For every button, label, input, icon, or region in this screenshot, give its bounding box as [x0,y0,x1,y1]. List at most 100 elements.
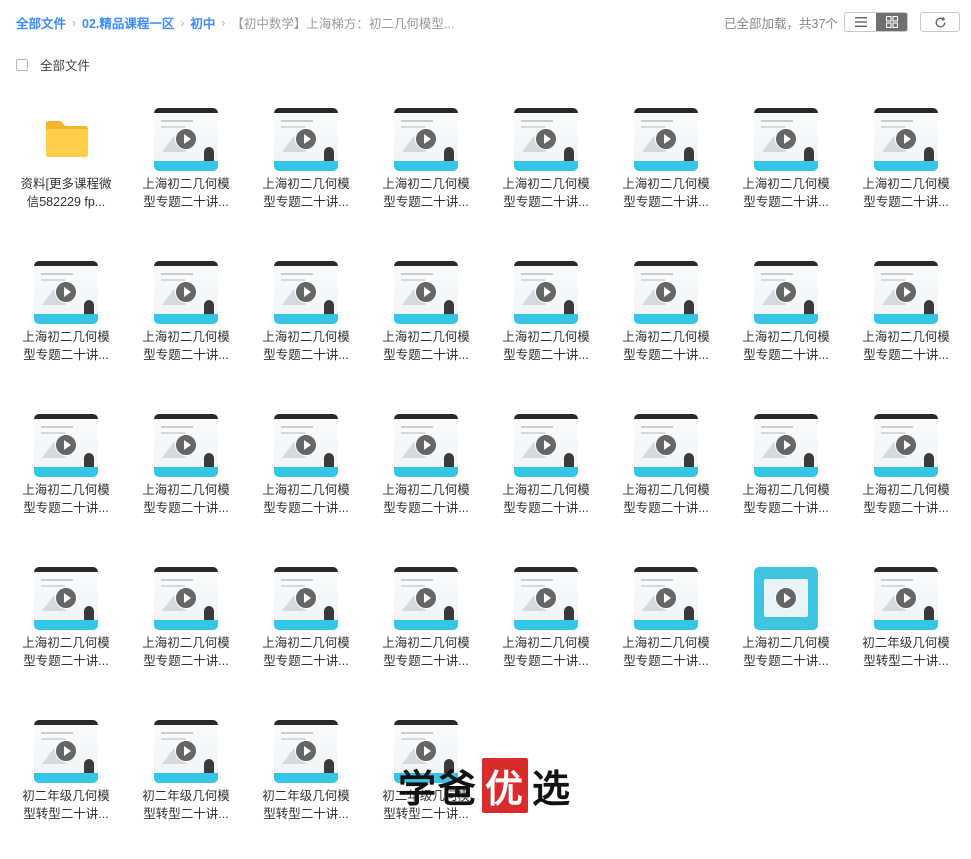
file-name-line1: 上海初二几何模 [622,483,710,497]
video-file-item[interactable]: 上海初二几何模 型专题二十讲... [726,94,846,247]
breadcrumb-item-all-files[interactable]: 全部文件 [16,13,66,32]
video-file-item[interactable]: 上海初二几何模 型专题二十讲... [126,94,246,247]
file-name: 上海初二几何模 型专题二十讲... [738,634,834,670]
file-name-line1: 上海初二几何模 [502,330,590,344]
video-file-item[interactable]: 上海初二几何模 型专题二十讲... [726,400,846,553]
file-name-line2: 型专题二十讲... [143,348,229,362]
play-icon [895,281,917,303]
video-file-item[interactable]: 上海初二几何模 型专题二十讲... [366,94,486,247]
play-icon [55,740,77,762]
video-thumbnail [514,567,578,630]
video-thumbnail [154,720,218,783]
video-file-item[interactable]: 上海初二几何模 型专题二十讲... [126,553,246,706]
video-file-item[interactable]: 上海初二几何模 型专题二十讲... [246,247,366,400]
file-name-line2: 型专题二十讲... [143,501,229,515]
file-name-line1: 上海初二几何模 [622,177,710,191]
file-name: 上海初二几何模 型专题二十讲... [618,175,714,211]
video-file-item[interactable]: 上海初二几何模 型专题二十讲... [606,400,726,553]
video-file-item[interactable]: 初二年级几何模 型转型二十讲... [126,706,246,859]
play-icon [175,128,197,150]
video-file-item[interactable]: 上海初二几何模 型专题二十讲... [846,400,966,553]
video-file-item[interactable]: 上海初二几何模 型专题二十讲... [6,553,126,706]
folder-item[interactable]: 资料[更多课程微 信582229 fp... [6,94,126,247]
file-name-line1: 上海初二几何模 [22,636,110,650]
video-file-item[interactable]: 上海初二几何模 型专题二十讲... [846,247,966,400]
video-thumbnail [634,414,698,477]
video-file-item[interactable]: 上海初二几何模 型专题二十讲... [246,553,366,706]
file-name-line1: 上海初二几何模 [262,330,350,344]
file-name-line2: 型专题二十讲... [863,348,949,362]
video-file-item[interactable]: 上海初二几何模 型专题二十讲... [726,247,846,400]
video-thumbnail [274,261,338,324]
breadcrumb-item-junior-high[interactable]: 初中 [190,13,215,32]
video-thumbnail [154,567,218,630]
play-icon [655,434,677,456]
video-file-item[interactable]: 上海初二几何模 型专题二十讲... [246,94,366,247]
chevron-right-icon: › [72,15,77,30]
breadcrumb-item-course-zone[interactable]: 02.精品课程一区 [82,13,174,32]
file-name-line1: 上海初二几何模 [742,636,830,650]
video-file-item[interactable]: 上海初二几何模 型专题二十讲... [366,553,486,706]
play-icon [775,281,797,303]
list-view-button[interactable] [845,13,876,31]
refresh-button[interactable] [920,12,960,32]
file-name: 上海初二几何模 型专题二十讲... [738,175,834,211]
video-file-item[interactable]: 上海初二几何模 型专题二十讲... [126,247,246,400]
file-name: 上海初二几何模 型专题二十讲... [858,328,954,364]
grid-view-button[interactable] [876,13,907,31]
video-file-item[interactable]: 初二年级几何模 型转型二十讲... [246,706,366,859]
file-name-line1: 上海初二几何模 [22,483,110,497]
play-icon [775,434,797,456]
video-file-item[interactable]: 上海初二几何模 型专题二十讲... [846,94,966,247]
video-file-item[interactable]: 上海初二几何模 型专题二十讲... [606,553,726,706]
file-name-line2: 型专题二十讲... [143,654,229,668]
file-name-line2: 型专题二十讲... [383,195,469,209]
file-name: 初二年级几何模 型转型二十讲... [18,787,114,823]
video-file-item[interactable]: 上海初二几何模 型专题二十讲... [486,553,606,706]
file-name-line2: 型专题二十讲... [743,501,829,515]
file-name: 上海初二几何模 型专题二十讲... [738,328,834,364]
file-name-line1: 上海初二几何模 [742,177,830,191]
file-name: 上海初二几何模 型专题二十讲... [618,481,714,517]
file-name: 上海初二几何模 型专题二十讲... [858,175,954,211]
video-file-item[interactable]: 上海初二几何模 型专题二十讲... [606,94,726,247]
play-icon [895,434,917,456]
video-file-item[interactable]: 上海初二几何模 型专题二十讲... [486,94,606,247]
video-file-item[interactable]: 上海初二几何模 型专题二十讲... [486,400,606,553]
video-file-item[interactable]: 初二年级几何模 型转型二十讲... [846,553,966,706]
play-icon [655,128,677,150]
file-name: 上海初二几何模 型专题二十讲... [378,328,474,364]
file-name-line2: 型专题二十讲... [23,654,109,668]
play-icon [175,587,197,609]
video-file-item[interactable]: 初二年级几何模 型转型二十讲... [6,706,126,859]
file-name-line1: 上海初二几何模 [22,330,110,344]
video-file-item[interactable]: 上海初二几何模 型专题二十讲... [6,400,126,553]
file-name: 上海初二几何模 型专题二十讲... [138,328,234,364]
file-name-line1: 上海初二几何模 [622,636,710,650]
video-thumbnail [514,414,578,477]
file-name-line2: 型专题二十讲... [503,501,589,515]
file-name: 上海初二几何模 型专题二十讲... [138,175,234,211]
select-all-checkbox[interactable] [16,58,28,71]
select-all-label: 全部文件 [40,59,91,73]
play-icon [895,587,917,609]
file-name-line2: 型专题二十讲... [503,195,589,209]
breadcrumb-current: 【初中数学】上海梯方：初二几何模型... [231,17,455,31]
chevron-right-icon: › [180,15,185,30]
video-thumbnail [274,720,338,783]
file-name: 上海初二几何模 型专题二十讲... [138,634,234,670]
file-name-line1: 上海初二几何模 [622,330,710,344]
file-name-line2: 型专题二十讲... [503,348,589,362]
video-file-item[interactable]: 上海初二几何模 型专题二十讲... [246,400,366,553]
play-icon [895,128,917,150]
video-file-item[interactable]: 上海初二几何模 型专题二十讲... [366,247,486,400]
file-name-line1: 初二年级几何模 [262,789,350,803]
file-name-line1: 上海初二几何模 [742,330,830,344]
video-file-item[interactable]: 上海初二几何模 型专题二十讲... [6,247,126,400]
video-file-item[interactable]: 上海初二几何模 型专题二十讲... [486,247,606,400]
video-file-item[interactable]: 上海初二几何模 型专题二十讲... [726,553,846,706]
video-file-item[interactable]: 上海初二几何模 型专题二十讲... [606,247,726,400]
video-file-item[interactable]: 上海初二几何模 型专题二十讲... [126,400,246,553]
video-thumbnail [394,261,458,324]
video-file-item[interactable]: 上海初二几何模 型专题二十讲... [366,400,486,553]
